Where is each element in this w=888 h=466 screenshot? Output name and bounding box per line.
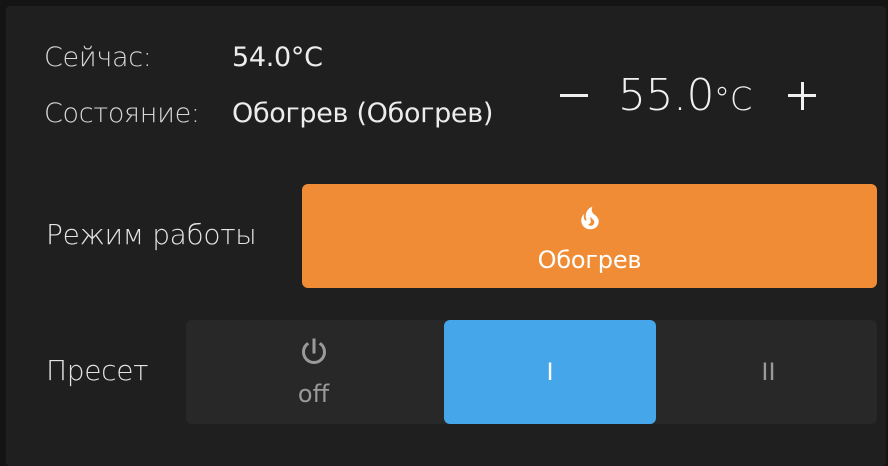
mode-heat-text: Обогрев [537, 246, 642, 274]
preset-1-button[interactable]: I [444, 320, 656, 424]
target-temperature-control: 55.0°C [550, 66, 830, 126]
decrease-temperature-button[interactable] [552, 66, 596, 126]
preset-off-button[interactable]: off [186, 320, 441, 424]
increase-temperature-button[interactable] [780, 66, 824, 126]
mode-label: Режим работы [46, 218, 257, 251]
target-temperature-unit: °C [713, 80, 753, 118]
state-label: Состояние: [44, 98, 200, 129]
thermostat-card: Сейчас: 54.0°C Состояние: Обогрев (Обогр… [6, 6, 886, 466]
preset-1-text: I [546, 358, 554, 386]
preset-off-text: off [297, 380, 330, 408]
state-value: Обогрев (Обогрев) [232, 98, 494, 129]
preset-selector: off I II [186, 320, 877, 424]
power-icon [302, 338, 326, 364]
fire-icon [581, 206, 599, 230]
target-temperature-value: 55.0 [618, 70, 714, 121]
plus-icon [800, 81, 804, 110]
preset-2-button[interactable]: II [660, 320, 877, 424]
mode-heat-button[interactable]: Обогрев [302, 184, 877, 288]
preset-label: Пресет [46, 354, 149, 387]
preset-2-text: II [761, 358, 776, 386]
target-temperature-display: 55.0°C [618, 66, 752, 126]
current-temperature-value: 54.0°C [232, 42, 323, 73]
minus-icon [560, 94, 588, 97]
current-temperature-label: Сейчас: [44, 42, 152, 73]
